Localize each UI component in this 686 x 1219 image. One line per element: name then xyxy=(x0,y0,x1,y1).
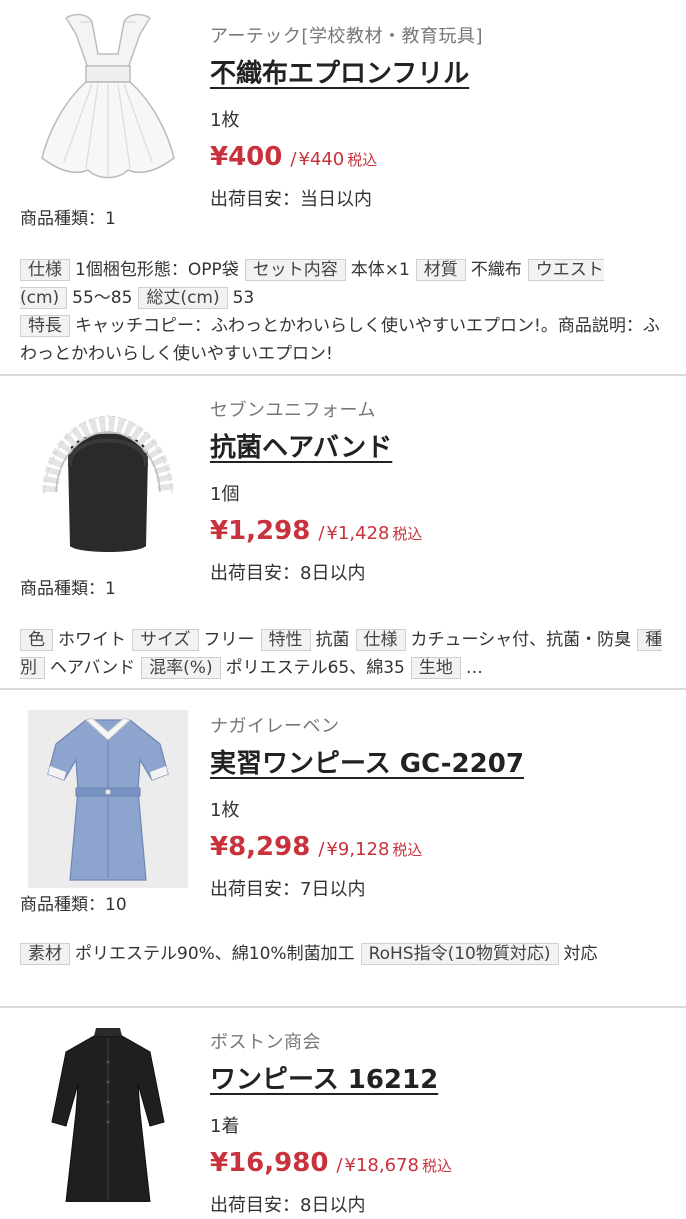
variant-count: 商品種類：1 xyxy=(20,209,116,229)
price-row: ¥8,298 /¥9,128 税込 xyxy=(210,830,676,867)
spec-value: ポリエステル90%、綿10%制菌加工 xyxy=(75,944,355,964)
spec-list: 仕様 1個梱包形態：OPP袋 セット内容 本体×1 材質 不織布 ウエスト(cm) 55〜85… xyxy=(20,256,672,368)
spec-value: ホワイト xyxy=(58,630,126,650)
spec-label: 材質 xyxy=(415,259,466,281)
spec-label: セット内容 xyxy=(244,259,346,281)
spec-value: 本体×1 xyxy=(350,260,410,280)
spec-label: 特長 xyxy=(20,315,70,337)
nurse-dress-image[interactable] xyxy=(28,710,188,888)
price: ¥8,298 xyxy=(210,832,311,862)
brand-name[interactable]: アーテック[学校教材・教育玩具] xyxy=(210,22,676,52)
price: ¥400 xyxy=(210,142,283,172)
tax-included-price: ¥18,678 xyxy=(344,1155,419,1176)
spec-label: 混率(%) xyxy=(141,657,221,679)
spec-label: 仕様 xyxy=(355,629,406,651)
spec-row: 特長 キャッチコピー：ふわっとかわいらしく使いやすいエプロン!。商品説明：ふわっと… xyxy=(20,312,672,368)
variant-count: 商品種類：1 xyxy=(20,579,116,599)
spec-value: ヘアバンド xyxy=(50,658,136,678)
tax-included-price: ¥440 xyxy=(298,149,345,170)
spec-value: カチューシャ付、抗菌・防臭 xyxy=(410,630,632,650)
product-unit: 1枚 xyxy=(210,800,240,821)
product-info: ナガイレーベン 実習ワンピース GC-2207 1枚 ¥8,298 /¥9,128… xyxy=(210,712,676,903)
tax-label: 税込 xyxy=(421,1157,452,1175)
spec-value: 抗菌 xyxy=(315,630,350,650)
brand-name[interactable]: ボストン商会 xyxy=(210,1028,676,1058)
product-card: アーテック[学校教材・教育玩具] 不織布エプロンフリル 1枚 ¥400 /¥440… xyxy=(0,0,686,376)
spec-label: サイズ xyxy=(132,629,199,651)
spec-value: 53 xyxy=(232,288,255,308)
shipping-estimate: 出荷目安：7日以内 xyxy=(210,879,366,900)
tax-label: 税込 xyxy=(392,841,423,859)
product-unit: 1着 xyxy=(210,1116,240,1137)
price-row: ¥400 /¥440 税込 xyxy=(210,140,676,177)
price-row: ¥16,980 /¥18,678 税込 xyxy=(210,1146,676,1183)
spec-label: 特性 xyxy=(260,629,311,651)
spec-value: 対応 xyxy=(563,944,598,964)
tax-included-price: ¥9,128 xyxy=(326,839,390,860)
spec-label: 素材 xyxy=(20,943,70,965)
product-name-link[interactable]: 抗菌ヘアバンド xyxy=(210,428,392,468)
spec-label: 仕様 xyxy=(20,259,70,281)
spec-value: … xyxy=(465,658,483,678)
spec-label: RoHS指令(10物質対応) xyxy=(360,943,559,965)
apron-frill-image[interactable] xyxy=(28,8,188,188)
product-name-link[interactable]: ワンピース 16212 xyxy=(210,1060,438,1100)
brand-name[interactable]: ナガイレーベン xyxy=(210,712,676,742)
price-row: ¥1,298 /¥1,428 税込 xyxy=(210,514,676,551)
variant-count: 商品種類：10 xyxy=(20,895,127,915)
spec-label: 色 xyxy=(20,629,53,651)
spec-value: フリー xyxy=(203,630,255,650)
price-separator: / xyxy=(318,839,325,860)
product-info: セブンユニフォーム 抗菌ヘアバンド 1個 ¥1,298 /¥1,428 税込 出荷目… xyxy=(210,396,676,587)
product-card: ボストン商会 ワンピース 16212 1着 ¥16,980/¥18,678 税込 … xyxy=(0,1008,686,1216)
product-name-link[interactable]: 不織布エプロンフリル xyxy=(210,54,469,94)
hairband-image[interactable] xyxy=(28,406,188,586)
product-unit: 1個 xyxy=(210,484,240,505)
product-card: セブンユニフォーム 抗菌ヘアバンド 1個 ¥1,298/¥1,428 税込 出荷目… xyxy=(0,376,686,690)
spec-value: 55〜85 xyxy=(72,288,133,308)
price-separator: / xyxy=(318,523,325,544)
tax-label: 税込 xyxy=(347,151,378,169)
product-unit: 1枚 xyxy=(210,110,240,131)
black-dress-image[interactable] xyxy=(28,1022,188,1202)
product-card: ナガイレーベン 実習ワンピース GC-2207 1枚 ¥8,298 /¥9,128… xyxy=(0,690,686,1008)
spec-value: 1個梱包形態：OPP袋 xyxy=(75,260,239,280)
shipping-estimate: 出荷目安：当日以内 xyxy=(210,189,372,210)
shipping-estimate: 出荷目安：8日以内 xyxy=(210,563,366,584)
product-name-link[interactable]: 実習ワンピース GC-2207 xyxy=(210,744,524,784)
spec-value: キャッチコピー：ふわっとかわいらしく使いやすいエプロン!。商品説明：ふわっとかわ… xyxy=(20,316,660,364)
product-info: ボストン商会 ワンピース 16212 1着 ¥16,980/¥18,678 税込 … xyxy=(210,1028,676,1219)
spec-value: ポリエステル65、綿35 xyxy=(225,658,405,678)
tax-label: 税込 xyxy=(392,525,423,543)
spec-label: 生地 xyxy=(410,657,461,679)
price: ¥16,980 xyxy=(210,1148,329,1178)
spec-list: 色ホワイト サイズ フリー 特性 抗菌 仕様 カチューシャ付、抗菌・防臭 種別 ヘアバンド 混率(… xyxy=(20,626,672,682)
spec-value: 不織布 xyxy=(470,260,522,280)
spec-list: 素材 ポリエステル90%、綿10%制菌加工 RoHS指令(10物質対応) 対応 xyxy=(20,940,672,968)
price: ¥1,298 xyxy=(210,516,311,546)
price-separator: / xyxy=(290,149,297,170)
spec-label: 総丈(cm) xyxy=(138,287,228,309)
price-separator: / xyxy=(336,1155,343,1176)
shipping-estimate: 出荷目安：8日以内 xyxy=(210,1195,366,1216)
brand-name[interactable]: セブンユニフォーム xyxy=(210,396,676,426)
tax-included-price: ¥1,428 xyxy=(326,523,390,544)
product-info: アーテック[学校教材・教育玩具] 不織布エプロンフリル 1枚 ¥400 /¥440… xyxy=(210,22,676,213)
